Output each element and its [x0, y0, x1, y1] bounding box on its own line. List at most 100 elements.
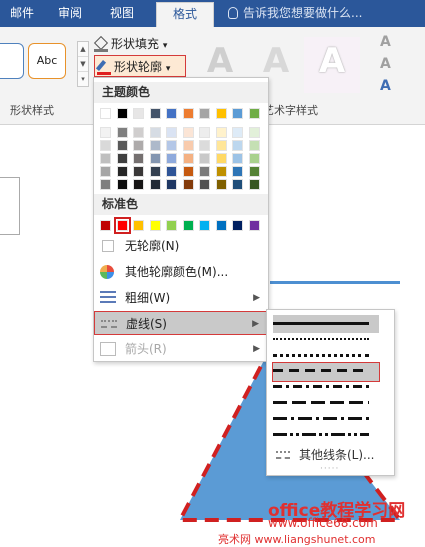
theme-color-swatch[interactable] — [166, 166, 177, 177]
color-palette-icon — [100, 265, 114, 279]
theme-color-swatch[interactable] — [182, 140, 194, 151]
theme-color-swatch[interactable] — [116, 127, 128, 138]
dashes-item[interactable]: 虚线(S) ▶ — [94, 311, 268, 335]
weight-item[interactable]: 粗细(W) ▶ — [94, 286, 268, 310]
standard-color-swatch[interactable] — [113, 217, 131, 234]
theme-color-swatch[interactable] — [215, 127, 227, 138]
theme-color-swatch[interactable] — [232, 140, 243, 151]
theme-color-swatch[interactable] — [215, 153, 227, 164]
standard-color-swatch[interactable] — [215, 220, 227, 231]
theme-color-swatch[interactable] — [133, 153, 144, 164]
theme-color-swatch[interactable] — [116, 140, 128, 151]
shape-style-preset-1[interactable] — [0, 43, 24, 79]
theme-color-swatch[interactable] — [232, 108, 243, 119]
more-outline-colors-item[interactable]: 其他轮廓颜色(M)... — [94, 260, 268, 284]
theme-color-swatch[interactable] — [133, 166, 144, 177]
theme-color-swatch[interactable] — [100, 179, 111, 190]
theme-color-swatch[interactable] — [248, 127, 260, 138]
standard-color-swatch[interactable] — [232, 220, 243, 231]
tab-mailings[interactable]: 邮件 — [4, 0, 40, 27]
standard-color-swatch[interactable] — [182, 220, 194, 231]
theme-color-swatch[interactable] — [133, 179, 144, 190]
text-outline-icon[interactable]: A — [380, 56, 391, 72]
standard-color-swatch[interactable] — [166, 220, 177, 231]
theme-color-swatch[interactable] — [232, 127, 243, 138]
dash-style-long-dash-dot-dot[interactable] — [273, 427, 379, 445]
standard-color-swatch[interactable] — [100, 220, 111, 231]
theme-color-swatch[interactable] — [149, 127, 161, 138]
gallery-more-icon[interactable]: ▾ — [78, 72, 88, 87]
theme-color-swatch[interactable] — [100, 166, 111, 177]
shape-style-gallery-scroll[interactable]: ▲ ▼ ▾ — [77, 41, 89, 87]
theme-color-swatch[interactable] — [100, 127, 111, 138]
theme-color-swatch[interactable] — [116, 179, 128, 190]
theme-color-swatch[interactable] — [166, 127, 177, 138]
scroll-up-icon[interactable]: ▲ — [78, 42, 88, 57]
theme-color-swatch[interactable] — [149, 179, 161, 190]
theme-color-swatch[interactable] — [166, 140, 177, 151]
shape-outline-button[interactable]: 形状轮廓 ▾ — [94, 55, 186, 77]
theme-color-swatch[interactable] — [182, 153, 194, 164]
standard-color-swatch[interactable] — [199, 220, 210, 231]
theme-color-swatch[interactable] — [116, 166, 128, 177]
theme-color-swatch[interactable] — [166, 108, 177, 119]
theme-color-swatch[interactable] — [199, 127, 210, 138]
theme-color-swatch[interactable] — [149, 108, 161, 119]
theme-color-swatch[interactable] — [182, 179, 194, 190]
theme-color-swatch[interactable] — [215, 108, 227, 119]
theme-color-swatch[interactable] — [100, 153, 111, 164]
theme-color-swatch[interactable] — [116, 153, 128, 164]
tell-me-box[interactable]: 告诉我您想要做什么... — [228, 0, 362, 27]
theme-color-swatch[interactable] — [182, 166, 194, 177]
theme-color-swatch[interactable] — [248, 153, 260, 164]
theme-color-swatch[interactable] — [182, 127, 194, 138]
theme-color-swatch[interactable] — [232, 179, 243, 190]
text-fill-icon[interactable]: A — [380, 34, 391, 50]
more-outline-colors-label: 其他轮廓颜色(M)... — [125, 265, 229, 279]
resize-handle-icon[interactable]: ····· — [320, 464, 339, 474]
theme-color-swatch[interactable] — [248, 166, 260, 177]
theme-color-swatch[interactable] — [149, 166, 161, 177]
theme-color-swatch[interactable] — [215, 166, 227, 177]
theme-color-swatch[interactable] — [199, 153, 210, 164]
tab-review[interactable]: 审阅 — [52, 0, 88, 27]
theme-color-swatch[interactable] — [232, 166, 243, 177]
chevron-down-icon: ▾ — [162, 41, 168, 51]
theme-color-swatch[interactable] — [182, 108, 194, 119]
theme-color-swatch[interactable] — [149, 153, 161, 164]
theme-color-swatch[interactable] — [199, 179, 210, 190]
theme-color-swatch[interactable] — [248, 108, 260, 119]
text-effects-icon[interactable]: A — [380, 78, 391, 94]
theme-color-swatch[interactable] — [100, 108, 111, 119]
no-outline-item[interactable]: 无轮廓(N) — [94, 234, 268, 258]
shape-style-preset-2[interactable]: Abc — [28, 43, 66, 79]
theme-color-swatch[interactable] — [199, 166, 210, 177]
theme-color-swatch[interactable] — [133, 108, 144, 119]
theme-color-swatch[interactable] — [215, 140, 227, 151]
wordart-style-3[interactable]: A — [304, 37, 360, 93]
document-blue-line-shape[interactable] — [270, 281, 400, 284]
more-lines-item[interactable]: 其他线条(L)... — [267, 444, 394, 466]
standard-color-swatch[interactable] — [133, 220, 144, 231]
theme-color-swatch[interactable] — [100, 140, 111, 151]
theme-color-swatch[interactable] — [133, 127, 144, 138]
theme-color-swatch[interactable] — [215, 179, 227, 190]
shape-outline-label: 形状轮廓 — [114, 60, 163, 74]
standard-color-swatch[interactable] — [149, 220, 161, 231]
theme-color-swatch[interactable] — [199, 108, 210, 119]
theme-color-swatch[interactable] — [166, 153, 177, 164]
theme-color-swatch[interactable] — [166, 179, 177, 190]
theme-color-swatch[interactable] — [248, 179, 260, 190]
standard-color-swatch[interactable] — [248, 220, 260, 231]
scroll-down-icon[interactable]: ▼ — [78, 57, 88, 72]
theme-color-swatch[interactable] — [116, 108, 128, 119]
theme-color-swatch[interactable] — [199, 140, 210, 151]
tab-format[interactable]: 格式 — [156, 2, 214, 27]
pen-outline-icon — [97, 60, 111, 75]
theme-color-swatch[interactable] — [133, 140, 144, 151]
theme-color-swatch[interactable] — [232, 153, 243, 164]
theme-color-swatch[interactable] — [149, 140, 161, 151]
theme-color-swatch[interactable] — [248, 140, 260, 151]
tab-view[interactable]: 视图 — [104, 0, 140, 27]
shape-fill-button[interactable]: 形状填充 ▾ — [94, 33, 167, 55]
